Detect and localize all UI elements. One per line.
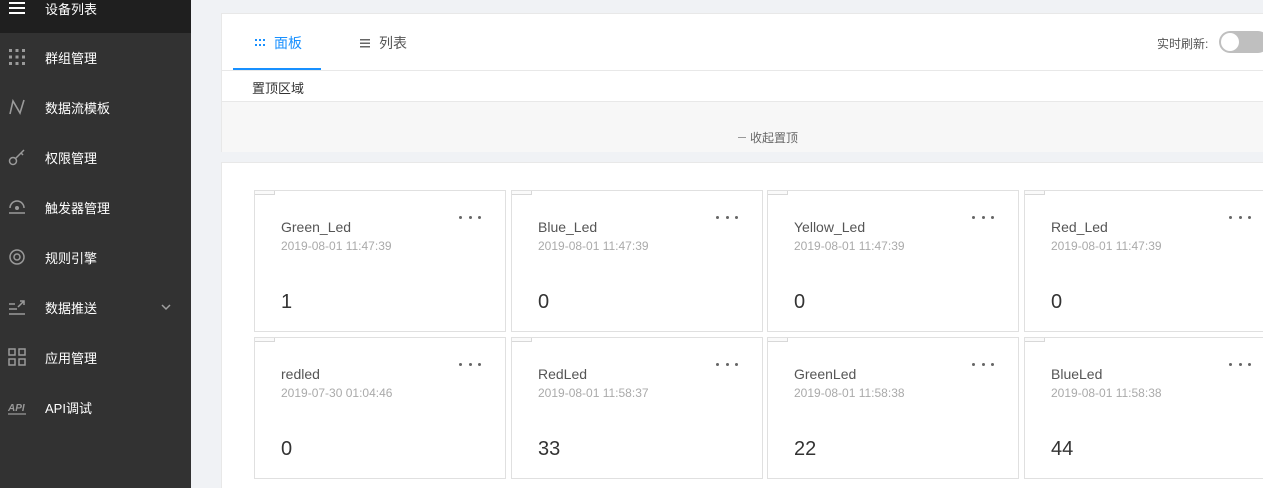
card-corner-tab bbox=[768, 191, 788, 195]
toggle-knob bbox=[1221, 33, 1239, 51]
card-corner-tab bbox=[512, 338, 532, 342]
device-timestamp: 2019-07-30 01:04:46 bbox=[281, 386, 393, 400]
sidebar-item-group-management[interactable]: 群组管理 bbox=[0, 32, 191, 82]
view-panel: 面板 列表 实时刷新: 置顶区域 收起置顶 bbox=[221, 13, 1263, 152]
device-name: GreenLed bbox=[794, 366, 857, 382]
push-icon bbox=[8, 298, 26, 316]
more-icon[interactable] bbox=[972, 211, 994, 223]
sidebar-item-label: 权限管理 bbox=[45, 150, 98, 166]
device-timestamp: 2019-08-01 11:47:39 bbox=[1051, 239, 1162, 253]
more-icon[interactable] bbox=[1229, 358, 1251, 370]
more-icon[interactable] bbox=[716, 358, 738, 370]
dataflow-icon bbox=[8, 98, 26, 116]
menu-lines-icon bbox=[8, 0, 26, 17]
pinned-area: 收起置顶 bbox=[222, 101, 1263, 152]
sidebar-item-label: 数据推送 bbox=[45, 300, 98, 316]
app-grid-icon bbox=[8, 348, 26, 366]
sidebar-item-label: 触发器管理 bbox=[45, 200, 111, 216]
more-icon[interactable] bbox=[459, 358, 481, 370]
device-value: 0 bbox=[794, 291, 806, 313]
minus-icon bbox=[738, 137, 746, 138]
sidebar-item-app-management[interactable]: 应用管理 bbox=[0, 332, 191, 382]
sidebar-item-label: 群组管理 bbox=[45, 50, 98, 66]
device-name: BlueLed bbox=[1051, 366, 1103, 382]
device-timestamp: 2019-08-01 11:58:37 bbox=[538, 386, 649, 400]
sidebar-item-label: 应用管理 bbox=[45, 350, 98, 366]
realtime-refresh-toggle[interactable] bbox=[1219, 31, 1263, 53]
more-icon[interactable] bbox=[459, 211, 481, 223]
key-icon bbox=[8, 148, 26, 166]
device-name: RedLed bbox=[538, 366, 588, 382]
device-card[interactable]: GreenLed 2019-08-01 11:58:38 22 bbox=[767, 337, 1019, 479]
device-card[interactable]: Red_Led 2019-08-01 11:47:39 0 bbox=[1024, 190, 1263, 332]
sidebar-item-label: 规则引擎 bbox=[45, 250, 98, 266]
collapse-pinned-button[interactable]: 收起置顶 bbox=[738, 129, 798, 146]
tab-panel[interactable]: 面板 bbox=[254, 14, 302, 71]
card-corner-tab bbox=[1025, 338, 1045, 342]
card-corner-tab bbox=[255, 338, 275, 342]
more-icon[interactable] bbox=[1229, 211, 1251, 223]
device-timestamp: 2019-08-01 11:58:38 bbox=[794, 386, 905, 400]
chevron-down-icon bbox=[160, 301, 172, 313]
sidebar-item-trigger[interactable]: 触发器管理 bbox=[0, 182, 191, 232]
sidebar-item-permission[interactable]: 权限管理 bbox=[0, 132, 191, 182]
device-card[interactable]: Green_Led 2019-08-01 11:47:39 1 bbox=[254, 190, 506, 332]
view-tabs: 面板 列表 实时刷新: bbox=[222, 14, 1263, 71]
pinned-area-title: 置顶区域 bbox=[252, 81, 305, 96]
collapse-pinned-label: 收起置顶 bbox=[750, 131, 799, 145]
device-name: Yellow_Led bbox=[794, 219, 866, 235]
device-timestamp: 2019-08-01 11:47:39 bbox=[281, 239, 392, 253]
device-value: 0 bbox=[281, 438, 293, 460]
device-timestamp: 2019-08-01 11:58:38 bbox=[1051, 386, 1162, 400]
device-timestamp: 2019-08-01 11:47:39 bbox=[794, 239, 905, 253]
device-card[interactable]: Yellow_Led 2019-08-01 11:47:39 0 bbox=[767, 190, 1019, 332]
sidebar-item-label: 数据流模板 bbox=[45, 100, 111, 116]
device-grid: Green_Led 2019-08-01 11:47:39 1 Blue_Led… bbox=[221, 162, 1263, 488]
device-card[interactable]: RedLed 2019-08-01 11:58:37 33 bbox=[511, 337, 763, 479]
active-tab-indicator bbox=[233, 68, 321, 70]
dots-grid-icon bbox=[8, 48, 26, 66]
grid-icon bbox=[254, 37, 266, 49]
device-value: 22 bbox=[794, 438, 817, 460]
sidebar: 设备列表 群组管理 数据流模板 权限管理 触发器管理 规则引擎 数据推送 应用管… bbox=[0, 0, 191, 488]
device-value: 33 bbox=[538, 438, 561, 460]
realtime-refresh-label: 实时刷新: bbox=[1157, 37, 1209, 51]
more-icon[interactable] bbox=[716, 211, 738, 223]
device-name: redled bbox=[281, 366, 320, 382]
list-icon bbox=[359, 37, 371, 49]
sidebar-item-api-debug[interactable]: API API调试 bbox=[0, 382, 191, 432]
device-value: 0 bbox=[538, 291, 550, 313]
sidebar-item-label: API调试 bbox=[45, 400, 92, 416]
card-corner-tab bbox=[255, 191, 275, 195]
api-icon: API bbox=[8, 398, 26, 416]
device-timestamp: 2019-08-01 11:47:39 bbox=[538, 239, 649, 253]
trigger-icon bbox=[8, 198, 26, 216]
card-corner-tab bbox=[512, 191, 532, 195]
sidebar-item-rule-engine[interactable]: 规则引擎 bbox=[0, 232, 191, 282]
rule-engine-icon bbox=[8, 248, 26, 266]
tab-list[interactable]: 列表 bbox=[359, 14, 407, 71]
device-card[interactable]: Blue_Led 2019-08-01 11:47:39 0 bbox=[511, 190, 763, 332]
device-name: Green_Led bbox=[281, 219, 352, 235]
sidebar-item-label: 设备列表 bbox=[45, 1, 98, 17]
device-value: 1 bbox=[281, 291, 293, 313]
more-icon[interactable] bbox=[972, 358, 994, 370]
card-corner-tab bbox=[768, 338, 788, 342]
device-card[interactable]: BlueLed 2019-08-01 11:58:38 44 bbox=[1024, 337, 1263, 479]
sidebar-item-dataflow-template[interactable]: 数据流模板 bbox=[0, 82, 191, 132]
svg-text:API: API bbox=[8, 403, 25, 414]
device-card[interactable]: redled 2019-07-30 01:04:46 0 bbox=[254, 337, 506, 479]
sidebar-item-device-list[interactable]: 设备列表 bbox=[0, 0, 191, 33]
card-corner-tab bbox=[1025, 191, 1045, 195]
device-value: 0 bbox=[1051, 291, 1063, 313]
tab-label: 列表 bbox=[379, 34, 407, 51]
sidebar-item-data-push[interactable]: 数据推送 bbox=[0, 282, 191, 332]
device-name: Red_Led bbox=[1051, 219, 1108, 235]
tab-label: 面板 bbox=[274, 34, 302, 51]
device-value: 44 bbox=[1051, 438, 1074, 460]
device-name: Blue_Led bbox=[538, 219, 598, 235]
